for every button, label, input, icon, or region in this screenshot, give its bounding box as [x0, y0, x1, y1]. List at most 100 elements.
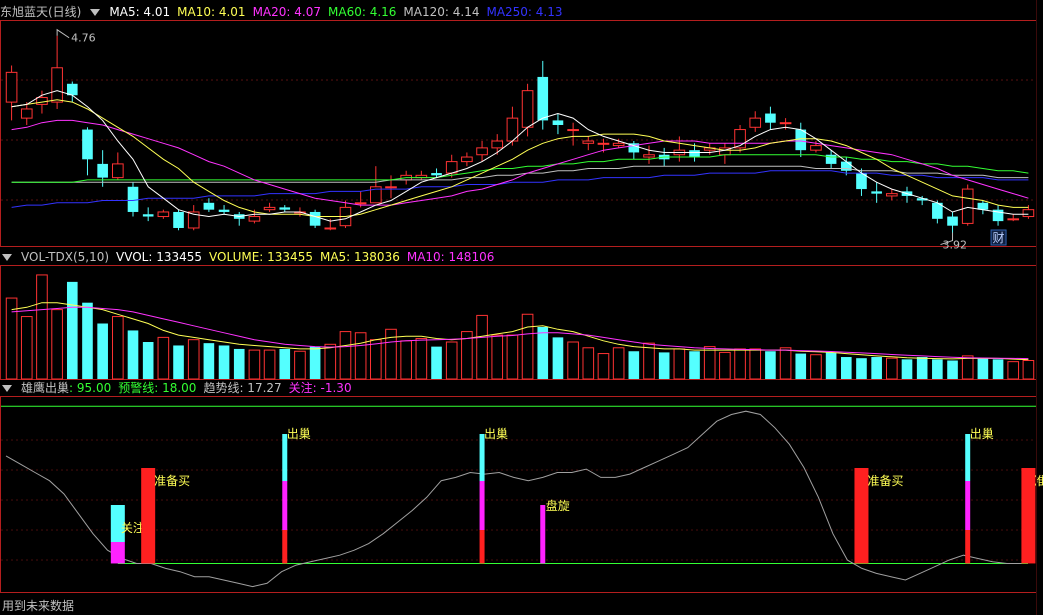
volume-bar: [658, 352, 670, 379]
collapse-icon[interactable]: [90, 8, 101, 16]
high-marker-arrow: [56, 28, 70, 39]
volume-bar: [506, 334, 519, 380]
ma120-value: MA120: 4.14: [403, 5, 480, 19]
volume-bar: [521, 313, 534, 380]
volume-bar: [476, 314, 488, 380]
volume-bar: [765, 351, 776, 379]
volume-bar: [810, 354, 822, 380]
ma250-value: MA250: 4.13: [486, 5, 563, 19]
volume-bar: [491, 334, 504, 380]
volume-bar: [932, 359, 943, 379]
candle-body: [779, 122, 792, 125]
event-badge-text: 财: [993, 231, 1005, 245]
candle-body: [871, 191, 882, 194]
volume-bar: [51, 309, 63, 380]
candle-body: [552, 120, 564, 125]
volume-bar: [279, 348, 291, 379]
volume-bar: [840, 357, 852, 379]
volume-bar: [370, 339, 382, 380]
candle-body: [309, 211, 321, 226]
volume-bar: [400, 340, 412, 380]
candle-body: [385, 186, 397, 189]
volume-bar: [673, 348, 686, 380]
signal-ready-label: 准备买: [154, 474, 190, 488]
candle-body: [537, 76, 549, 121]
candle-body: [36, 97, 48, 105]
candle-body: [5, 71, 18, 103]
footer-note: 用到未来数据: [2, 599, 75, 613]
volume-bar: [445, 341, 458, 380]
candle-body: [218, 209, 230, 212]
volume-bar: [582, 347, 595, 380]
candle-body: [279, 207, 291, 210]
candle-body: [567, 129, 579, 132]
signal-spiral-bar: [540, 505, 546, 564]
collapse-icon[interactable]: [2, 253, 12, 261]
candle-body: [112, 163, 124, 179]
low-price-label: 3.92: [943, 239, 968, 252]
signal-ready-bar: [854, 468, 869, 564]
candle-body: [66, 83, 78, 96]
volume-bar: [749, 348, 762, 380]
signal-ready-bar: [1021, 468, 1036, 564]
volume-bar: [689, 351, 700, 379]
volume-bar: [233, 348, 245, 379]
volume-bar: [5, 297, 18, 380]
signal-exit-label: 出巢: [484, 427, 508, 441]
candle-body: [521, 90, 534, 128]
collapse-icon[interactable]: [2, 384, 12, 392]
volume-bar: [947, 360, 958, 379]
volume-title: VOL-TDX(5,10): [21, 250, 110, 264]
volume-value: VOLUME: 133455: [209, 250, 313, 264]
volume-bar: [961, 355, 974, 380]
candle-body: [127, 186, 139, 212]
signal-exit-bar-high: [479, 434, 485, 481]
volume-header: VOL-TDX(5,10) VVOL: 133455 VOLUME: 13345…: [0, 249, 494, 265]
signal-ready-label: 准备买: [1034, 474, 1043, 488]
volume-bar: [719, 351, 731, 380]
candle-body: [597, 142, 610, 145]
price-panel-frame: [0, 20, 1037, 247]
signal-exit-bar-mid: [479, 481, 485, 530]
candle-body: [582, 140, 595, 144]
signal-exit-label: 出巢: [287, 427, 311, 441]
volume-bar: [779, 347, 792, 380]
volume-ma10-value: MA10: 148106: [406, 250, 495, 264]
volume-bar: [703, 346, 716, 380]
signal-exit-label: 出巢: [970, 427, 994, 441]
volume-bar: [187, 339, 200, 380]
indicator-value: : 95.00: [69, 381, 112, 395]
chart-canvas[interactable]: 4.763.92财关注准备买出巢出巢盘旋准备买出巢准备买: [0, 0, 1043, 615]
signal-ready-label: 准备买: [867, 474, 903, 488]
volume-bar: [871, 357, 882, 379]
signal-focus-bar-low: [110, 542, 125, 564]
signal-exit-bar-high: [965, 434, 971, 481]
candle-body: [203, 202, 215, 210]
candle-body: [142, 214, 154, 217]
volume-bar: [309, 346, 321, 379]
volume-bar: [354, 332, 367, 380]
volume-bar: [142, 342, 154, 379]
signal-exit-bar-high: [282, 434, 288, 481]
volume-bar: [567, 341, 579, 380]
volume-bar: [992, 359, 1004, 379]
candle-body: [51, 67, 63, 103]
volume-bar: [127, 330, 139, 379]
candle-body: [20, 108, 33, 119]
candle-body: [248, 216, 261, 222]
volume-bar: [20, 316, 33, 380]
volume-bar: [173, 345, 184, 379]
signal-exit-bar-mid: [965, 481, 971, 530]
trend-line: [5, 410, 1022, 588]
ma10-value: MA10: 4.01: [177, 5, 246, 19]
volume-bar: [218, 345, 230, 379]
candle-body: [82, 129, 93, 160]
volume-bar: [248, 349, 261, 380]
volume-ma5-value: MA5: 138036: [319, 250, 400, 264]
candle-body: [461, 156, 473, 163]
ma5-line: [11, 90, 1029, 222]
ma60-value: MA60: 4.16: [328, 5, 397, 19]
volume-bar: [734, 348, 746, 380]
candle-body: [689, 150, 700, 158]
candle-body: [765, 113, 776, 123]
